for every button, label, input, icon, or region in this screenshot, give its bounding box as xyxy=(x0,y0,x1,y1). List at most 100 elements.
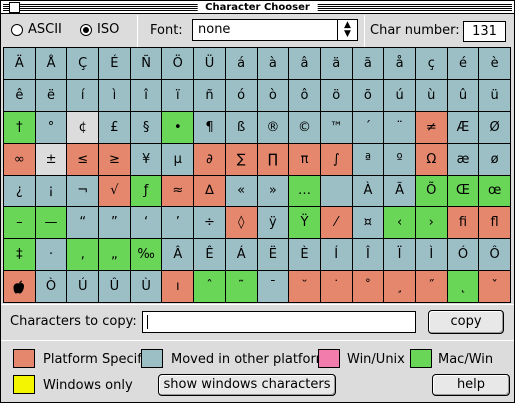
char-cell[interactable] xyxy=(4,271,36,303)
char-cell[interactable]: ∆ xyxy=(194,175,226,208)
char-cell[interactable]: Ú xyxy=(67,271,100,303)
char-cell[interactable]: ë xyxy=(35,79,68,112)
char-cell[interactable]: â xyxy=(289,48,321,80)
char-cell[interactable]: ‡ xyxy=(4,239,36,272)
char-cell[interactable]: ˇ xyxy=(479,271,511,303)
char-cell[interactable]: µ xyxy=(162,143,195,176)
char-cell[interactable]: ˚ xyxy=(352,271,385,303)
char-cell[interactable]: ´ xyxy=(352,111,385,144)
char-cell[interactable]: Æ xyxy=(447,111,480,144)
char-cell[interactable]: ú xyxy=(384,79,416,112)
char-cell[interactable]: Ï xyxy=(384,239,416,272)
char-cell[interactable]: ò xyxy=(257,79,290,112)
char-cell[interactable]: í xyxy=(67,79,100,112)
char-cell[interactable]: Ø xyxy=(479,111,511,144)
char-cell[interactable]: ÷ xyxy=(194,207,226,240)
char-cell[interactable]: Ô xyxy=(479,239,511,272)
help-button[interactable]: help xyxy=(432,374,510,396)
char-cell[interactable]: ’ xyxy=(162,207,195,240)
char-cell[interactable]: ‚ xyxy=(67,239,100,272)
char-cell[interactable]: Ä xyxy=(4,48,36,80)
char-cell[interactable]: ‰ xyxy=(130,239,163,272)
char-cell[interactable]: ≈ xyxy=(162,175,195,208)
char-cell[interactable]: ˘ xyxy=(289,271,321,303)
char-cell[interactable]: ˜ xyxy=(225,271,258,303)
char-cell[interactable]: Ü xyxy=(194,48,226,80)
char-cell[interactable]: † xyxy=(4,111,36,144)
char-cell[interactable]: « xyxy=(225,175,258,208)
char-number-field[interactable]: 131 xyxy=(463,21,506,42)
char-cell[interactable]: ¶ xyxy=(194,111,226,144)
ascii-radio-dot[interactable] xyxy=(11,23,23,36)
char-cell[interactable]: √ xyxy=(99,175,131,208)
char-cell[interactable]: å xyxy=(384,48,416,80)
char-cell[interactable]: É xyxy=(99,48,131,80)
char-cell[interactable]: “ xyxy=(67,207,100,240)
close-box[interactable] xyxy=(9,2,20,13)
char-cell[interactable]: ª xyxy=(352,143,385,176)
char-cell[interactable]: ß xyxy=(225,111,258,144)
char-cell[interactable]: Õ xyxy=(415,175,448,208)
char-cell[interactable]: ∫ xyxy=(320,143,353,176)
char-cell[interactable]: ◊ xyxy=(225,207,258,240)
show-windows-characters-button[interactable]: show windows characters xyxy=(158,374,336,396)
char-cell[interactable]: Ë xyxy=(257,239,290,272)
char-cell[interactable]: ñ xyxy=(194,79,226,112)
char-cell[interactable]: û xyxy=(447,79,480,112)
char-cell[interactable]: Â xyxy=(162,239,195,272)
char-cell[interactable]: Á xyxy=(225,239,258,272)
char-cell[interactable]: ó xyxy=(225,79,258,112)
char-cell[interactable]: ø xyxy=(479,143,511,176)
char-cell[interactable]: ƒ xyxy=(130,175,163,208)
char-cell[interactable]: • xyxy=(162,111,195,144)
char-cell[interactable]: ° xyxy=(35,111,68,144)
char-cell[interactable]: ∑ xyxy=(225,143,258,176)
char-cell[interactable]: Ó xyxy=(447,239,480,272)
char-cell[interactable]: Î xyxy=(352,239,385,272)
char-cell[interactable]: ü xyxy=(479,79,511,112)
char-cell[interactable] xyxy=(320,175,353,208)
char-cell[interactable]: Ñ xyxy=(130,48,163,80)
char-cell[interactable]: · xyxy=(35,239,68,272)
char-cell[interactable]: ˆ xyxy=(194,271,226,303)
char-cell[interactable]: ¤ xyxy=(352,207,385,240)
char-cell[interactable]: ≤ xyxy=(67,143,100,176)
char-cell[interactable]: Ì xyxy=(415,239,448,272)
char-cell[interactable]: › xyxy=(415,207,448,240)
char-cell[interactable]: ã xyxy=(352,48,385,80)
char-cell[interactable]: ” xyxy=(99,207,131,240)
char-cell[interactable]: ˛ xyxy=(447,271,480,303)
font-select[interactable]: none ▲ ▼ xyxy=(192,19,358,41)
char-cell[interactable]: é xyxy=(447,48,480,80)
char-cell[interactable]: Ê xyxy=(194,239,226,272)
char-cell[interactable]: … xyxy=(289,175,321,208)
char-cell[interactable]: ¯ xyxy=(257,271,290,303)
char-cell[interactable]: Ã xyxy=(384,175,416,208)
copy-button[interactable]: copy xyxy=(428,310,504,334)
char-cell[interactable]: ≥ xyxy=(99,143,131,176)
char-cell[interactable]: à xyxy=(257,48,290,80)
char-cell[interactable]: ı xyxy=(162,271,195,303)
char-cell[interactable]: ¬ xyxy=(67,175,100,208)
char-cell[interactable]: ç xyxy=(415,48,448,80)
char-cell[interactable]: Ç xyxy=(67,48,100,80)
char-cell[interactable]: ˝ xyxy=(415,271,448,303)
char-cell[interactable]: ⁄ xyxy=(320,207,353,240)
char-cell[interactable]: À xyxy=(352,175,385,208)
char-cell[interactable]: æ xyxy=(447,143,480,176)
char-cell[interactable]: ∂ xyxy=(194,143,226,176)
char-cell[interactable]: Œ xyxy=(447,175,480,208)
char-cell[interactable]: õ xyxy=(352,79,385,112)
iso-radio-dot[interactable] xyxy=(80,23,92,36)
char-cell[interactable]: œ xyxy=(479,175,511,208)
char-cell[interactable]: ì xyxy=(99,79,131,112)
char-cell[interactable]: È xyxy=(289,239,321,272)
char-cell[interactable]: ± xyxy=(35,143,68,176)
char-cell[interactable]: ¸ xyxy=(384,271,416,303)
char-cell[interactable]: ™ xyxy=(320,111,353,144)
char-cell[interactable]: Í xyxy=(320,239,353,272)
char-cell[interactable]: Û xyxy=(99,271,131,303)
char-cell[interactable]: º xyxy=(384,143,416,176)
char-cell[interactable]: » xyxy=(257,175,290,208)
char-cell[interactable]: – xyxy=(4,207,36,240)
